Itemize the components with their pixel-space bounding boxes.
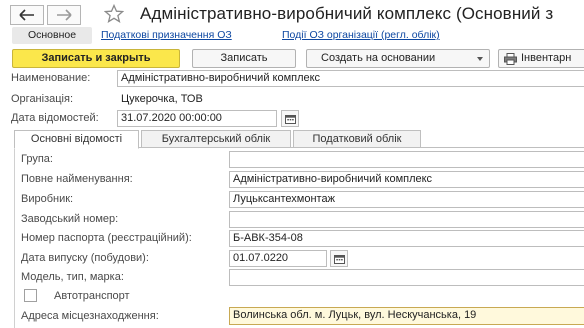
organization-label: Організація:	[11, 93, 73, 105]
inventory-card-label: Інвентарн	[521, 52, 572, 64]
create-based-on-label: Создать на основании	[321, 52, 436, 64]
release-date-calendar-button[interactable]	[330, 250, 348, 267]
dropdown-arrow-icon	[477, 57, 483, 61]
tab-main-info[interactable]: Основні відомості	[14, 130, 139, 149]
full-name-field[interactable]: Адміністративно-виробничий комплекс	[229, 171, 584, 188]
date-field[interactable]: 31.07.2020 00:00:00	[117, 110, 277, 127]
address-field[interactable]: Волинська обл. м. Луцьк, вул. Нескучансь…	[229, 307, 584, 325]
forward-arrow-icon	[57, 9, 72, 21]
name-field[interactable]: Адміністративно-виробничий комплекс	[117, 70, 584, 87]
model-field[interactable]	[229, 269, 584, 286]
release-date-label: Дата випуску (побудови):	[21, 252, 149, 264]
calendar-icon	[333, 254, 345, 264]
printer-icon	[504, 53, 517, 65]
inventory-card-button[interactable]: Інвентарн	[498, 49, 584, 68]
address-label: Адреса місцезнаходження:	[21, 310, 159, 322]
tab-accounting[interactable]: Бухгалтерський облік	[141, 130, 291, 148]
forward-button[interactable]	[47, 5, 81, 25]
date-label: Дата відомостей:	[11, 112, 99, 124]
manufacturer-label: Виробник:	[21, 193, 74, 205]
organization-field[interactable]: Цукерочка, ТОВ	[117, 91, 584, 108]
serial-number-label: Заводський номер:	[21, 213, 119, 225]
save-button[interactable]: Записать	[192, 49, 296, 68]
passport-number-field[interactable]: Б-АВК-354-08	[229, 230, 584, 247]
group-field[interactable]	[229, 151, 584, 168]
subnav-main[interactable]: Основное	[12, 27, 92, 44]
vehicle-label: Автотранспорт	[54, 290, 130, 302]
vehicle-checkbox[interactable]	[24, 289, 37, 302]
manufacturer-field[interactable]: Луцьксантехмонтаж	[229, 191, 584, 208]
star-icon[interactable]	[104, 4, 124, 24]
tab-tax[interactable]: Податковий облік	[293, 130, 421, 148]
window-title: Адміністративно-виробничий комплекс (Осн…	[140, 4, 554, 23]
passport-number-label: Номер паспорта (реєстраційний):	[21, 232, 192, 244]
name-label: Наименование:	[11, 72, 91, 84]
subnav-link-tax-assignment[interactable]: Податкові призначення ОЗ	[101, 27, 232, 44]
calendar-icon	[284, 114, 296, 124]
save-and-close-button[interactable]: Записать и закрыть	[12, 49, 180, 68]
back-arrow-icon	[19, 9, 34, 21]
release-date-field[interactable]: 01.07.0220	[229, 250, 327, 267]
model-label: Модель, тип, марка:	[21, 271, 124, 283]
date-calendar-button[interactable]	[281, 110, 299, 127]
tab-panel-border	[14, 147, 15, 328]
group-label: Група:	[21, 153, 53, 165]
back-button[interactable]	[10, 5, 44, 25]
subnav-link-events[interactable]: Події ОЗ організації (регл. облік)	[282, 27, 440, 44]
create-based-on-button[interactable]: Создать на основании	[306, 49, 490, 68]
full-name-label: Повне найменування:	[21, 173, 133, 185]
serial-number-field[interactable]	[229, 211, 584, 228]
